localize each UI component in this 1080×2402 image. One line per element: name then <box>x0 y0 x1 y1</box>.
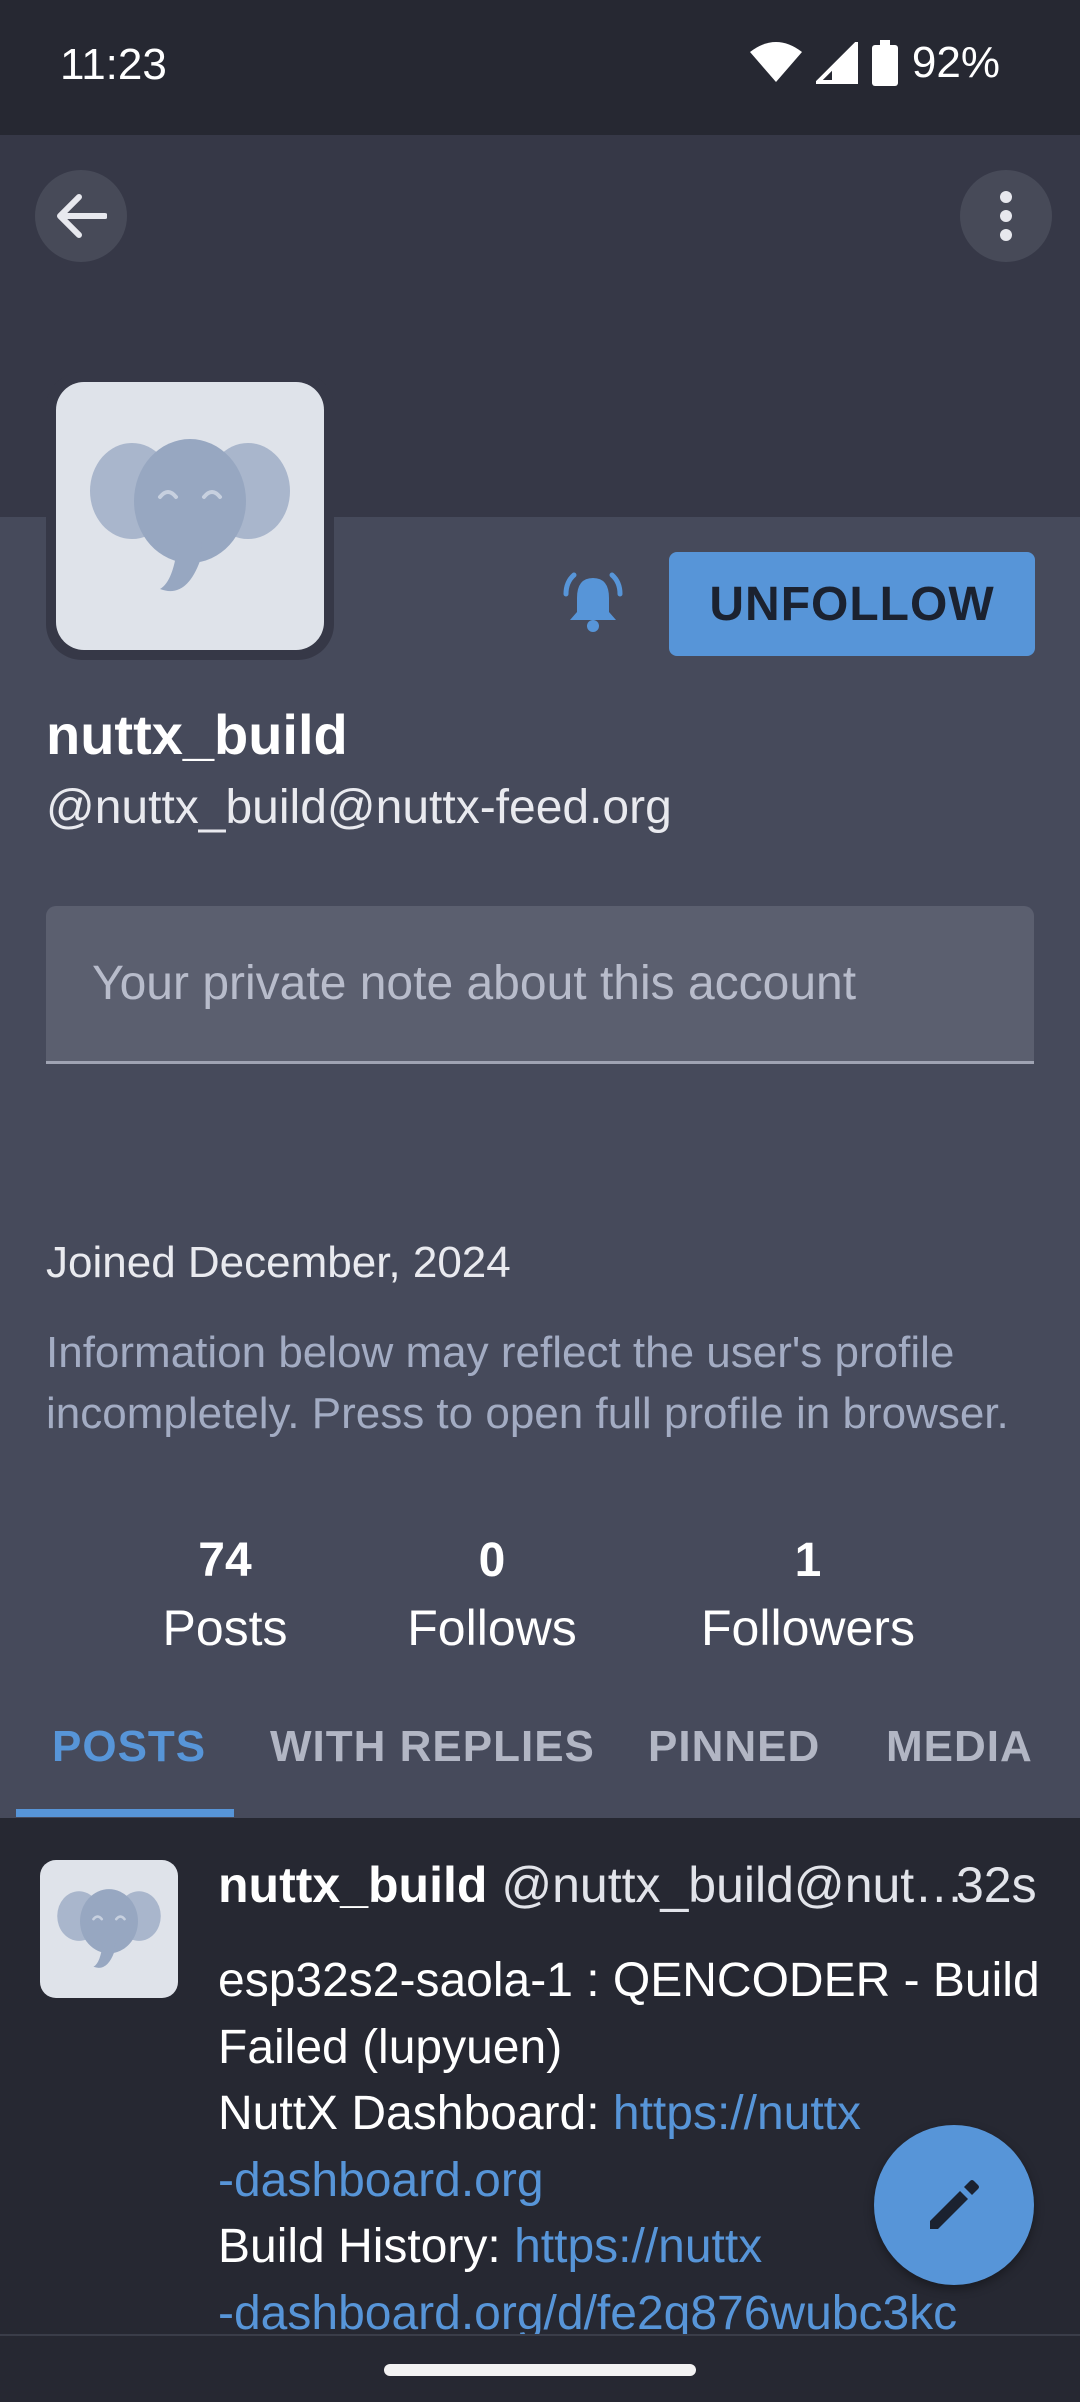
bell-ringing-icon[interactable] <box>560 570 626 636</box>
post-handle[interactable]: @nuttx_build@nut… <box>501 1857 964 1913</box>
elephant-icon <box>57 1889 161 1968</box>
signal-icon <box>815 42 858 84</box>
battery-icon <box>871 40 898 86</box>
private-note-placeholder: Your private note about this account <box>92 957 857 1010</box>
unfollow-button[interactable]: UNFOLLOW <box>669 552 1035 656</box>
back-button[interactable] <box>35 170 127 262</box>
history-link-part-1[interactable]: https://nuttx <box>514 2220 762 2273</box>
dashboard-label: NuttX Dashboard: <box>218 2087 613 2140</box>
tab-pinned[interactable]: PINNED <box>648 1722 820 1772</box>
post-avatar[interactable] <box>40 1860 178 1998</box>
dashboard-link-part-1[interactable]: https://nuttx <box>613 2087 861 2140</box>
pencil-icon <box>930 2180 979 2229</box>
stat-followers-label: Followers <box>701 1600 915 1656</box>
post-line-1: esp32s2-saola-1 : QENCODER - Build Faile… <box>218 1954 1040 2074</box>
arrow-left-icon <box>57 194 107 238</box>
stat-followers[interactable]: 1 Followers <box>678 1530 938 1664</box>
more-options-button[interactable] <box>960 170 1052 262</box>
post-time: 32s <box>956 1857 1037 1913</box>
tab-with-replies[interactable]: WITH REPLIES <box>270 1722 595 1772</box>
wifi-icon <box>749 42 802 82</box>
tab-media[interactable]: MEDIA <box>886 1722 1033 1772</box>
status-bar: 11:23 92% <box>0 0 1080 135</box>
stat-posts-value: 74 <box>198 1534 252 1587</box>
stat-follows-value: 0 <box>478 1534 506 1587</box>
tab-posts[interactable]: POSTS <box>52 1722 206 1772</box>
elephant-icon <box>90 439 290 592</box>
stat-follows[interactable]: 0 Follows <box>372 1530 612 1664</box>
dashboard-link-part-2[interactable]: -dashboard.org <box>218 2154 544 2207</box>
status-time: 11:23 <box>60 40 167 89</box>
history-label: Build History: <box>218 2220 515 2273</box>
active-tab-indicator <box>16 1809 234 1817</box>
post-header: nuttx_build @nuttx_build@nut… 32s <box>218 1856 1037 1914</box>
avatar[interactable] <box>56 382 324 650</box>
home-gesture-handle[interactable] <box>384 2364 696 2376</box>
joined-date: Joined December, 2024 <box>46 1238 511 1287</box>
history-link-part-2[interactable]: -dashboard.org/d/fe2q876wubc3kc <box>218 2287 957 2340</box>
stat-followers-value: 1 <box>794 1534 822 1587</box>
stat-follows-label: Follows <box>407 1600 577 1656</box>
status-icons: 92% <box>749 38 1000 88</box>
stat-posts[interactable]: 74 Posts <box>125 1530 325 1664</box>
post-author[interactable]: nuttx_build <box>218 1857 487 1913</box>
compose-button[interactable] <box>874 2125 1034 2285</box>
private-note-field[interactable]: Your private note about this account <box>46 906 1034 1064</box>
profile-info-link[interactable]: Information below may reflect the user's… <box>46 1322 1046 1444</box>
stat-posts-label: Posts <box>162 1600 288 1656</box>
account-handle: @nuttx_build@nuttx-feed.org <box>46 781 672 834</box>
display-name: nuttx_build <box>46 703 348 766</box>
more-vertical-icon <box>1000 191 1012 241</box>
battery-percent: 92% <box>911 38 1000 87</box>
